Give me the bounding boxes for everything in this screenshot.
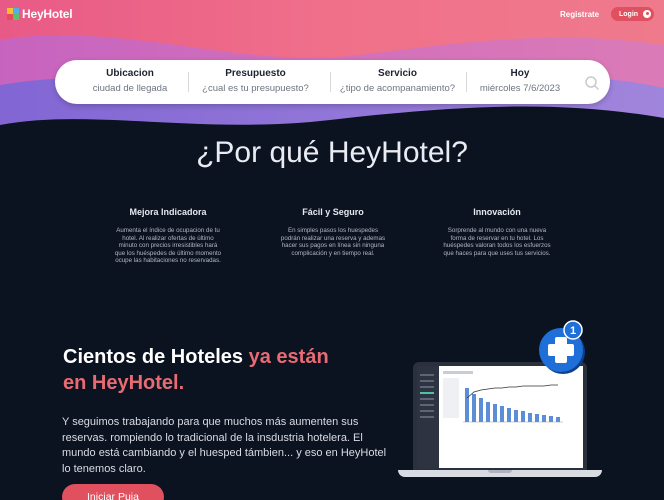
user-icon bbox=[643, 10, 652, 18]
top-navigation: HeyHotel Registrate Login bbox=[0, 0, 664, 30]
budget-input[interactable]: ¿cual es tu presupuesto? bbox=[193, 83, 318, 94]
date-title: Hoy bbox=[510, 68, 530, 79]
feature-title: Fácil y Seguro bbox=[302, 207, 364, 217]
search-bar: Ubicacion ciudad de llegada Presupuesto … bbox=[55, 60, 610, 104]
feature-title: Mejora Indicadora bbox=[129, 207, 207, 217]
location-input[interactable]: ciudad de llegada bbox=[75, 83, 185, 94]
feature-text: Sorprende al mundo con una nueva forma d… bbox=[443, 227, 551, 257]
brand-logo[interactable]: HeyHotel bbox=[7, 7, 73, 21]
why-heading: ¿Por qué HeyHotel? bbox=[196, 136, 468, 169]
search-icon[interactable] bbox=[582, 73, 602, 93]
budget-field[interactable]: Presupuesto ¿cual es tu presupuesto? bbox=[193, 68, 318, 96]
feature-mejora: Mejora Indicadora Aumenta el índice de o… bbox=[113, 207, 223, 265]
divider bbox=[188, 72, 189, 92]
laptop-illustration bbox=[398, 362, 602, 482]
login-button[interactable]: Login bbox=[611, 7, 654, 21]
promo-title-part1: Cientos de Hoteles bbox=[63, 346, 244, 368]
logo-text: HeyHotel bbox=[22, 7, 73, 21]
laptop-screen bbox=[413, 362, 587, 472]
divider bbox=[466, 72, 467, 92]
plus-badge-icon: 1 bbox=[539, 320, 585, 374]
divider bbox=[330, 72, 331, 92]
feature-title: Innovación bbox=[473, 207, 521, 217]
promo-title: Cientos de Hoteles ya están en HeyHotel. bbox=[63, 344, 383, 396]
location-field[interactable]: Ubicacion ciudad de llegada bbox=[75, 68, 185, 96]
login-label: Login bbox=[619, 10, 639, 18]
feature-text: En simples pasos los huespedes podrán re… bbox=[280, 227, 386, 257]
badge-count: 1 bbox=[570, 325, 576, 337]
promo-title-part3: en HeyHotel. bbox=[63, 372, 185, 394]
promo-description: Y seguimos trabajando para que muchos má… bbox=[62, 416, 387, 475]
location-title: Ubicacion bbox=[106, 68, 154, 79]
register-link[interactable]: Registrate bbox=[560, 10, 599, 19]
logo-mark-icon bbox=[7, 8, 19, 20]
service-input[interactable]: ¿tipo de acompanamiento? bbox=[335, 83, 460, 94]
feature-text: Aumenta el índice de ocupacion de tu hot… bbox=[114, 227, 222, 265]
dashboard-chart bbox=[443, 371, 563, 423]
service-title: Servicio bbox=[378, 68, 417, 79]
feature-innovacion: Innovación Sorprende al mundo con una nu… bbox=[442, 207, 552, 257]
dashboard-sidebar bbox=[417, 366, 439, 468]
feature-facil: Fácil y Seguro En simples pasos los hues… bbox=[278, 207, 388, 257]
date-field[interactable]: Hoy miércoles 7/6/2023 bbox=[471, 68, 569, 96]
budget-title: Presupuesto bbox=[225, 68, 286, 79]
service-field[interactable]: Servicio ¿tipo de acompanamiento? bbox=[335, 68, 460, 96]
promo-title-part2: ya están bbox=[248, 346, 329, 368]
date-input[interactable]: miércoles 7/6/2023 bbox=[471, 83, 569, 94]
start-bid-button[interactable]: Iniciar Puja bbox=[62, 484, 164, 500]
